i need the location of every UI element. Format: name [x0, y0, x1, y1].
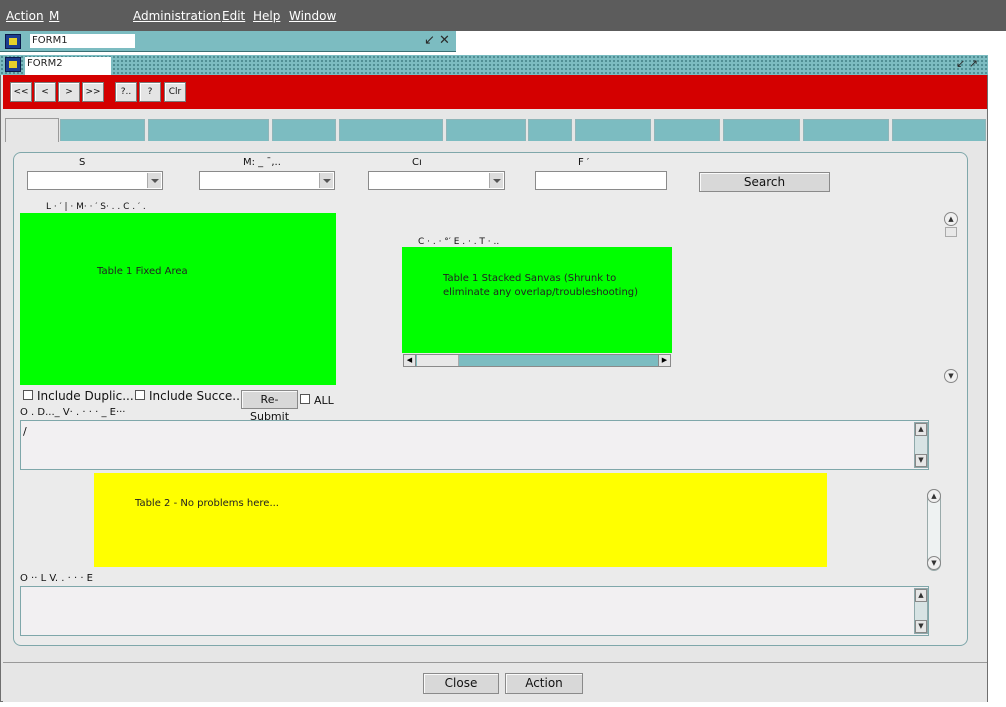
form1-titlebar[interactable]: FORM1 ↙ ✕ [0, 31, 456, 52]
table2-label: Table 2 - No problems here... [135, 498, 279, 509]
tab-7[interactable] [528, 119, 572, 141]
scroll-down-icon[interactable]: ▼ [927, 556, 941, 570]
table1-fixed-area: Table 1 Fixed Area [20, 213, 336, 385]
all-checkbox[interactable] [300, 394, 310, 404]
menu-edit[interactable]: Edit [222, 9, 245, 23]
chevron-down-icon[interactable] [489, 173, 503, 188]
filter-label-2: M: _ ¯,.. [243, 157, 281, 168]
filter-label-4: F ′ [578, 157, 590, 168]
previous-record-button[interactable]: < [34, 82, 56, 102]
chevron-down-icon[interactable] [319, 173, 333, 188]
errors1-label: O . D..._ V· . · · · _ E··· [20, 407, 126, 418]
chevron-down-icon[interactable] [147, 173, 161, 188]
scroll-up-icon[interactable]: ▲ [927, 489, 941, 503]
errors2-scrollbar[interactable]: ▲ ▼ [914, 588, 928, 634]
form-app-icon [5, 57, 21, 72]
tab-12[interactable] [892, 119, 986, 141]
action-button[interactable]: Action [505, 673, 583, 694]
all-label: ALL [314, 394, 334, 407]
filter-select-3[interactable] [368, 171, 505, 190]
table1-stacked-headers: C · . · °′ E . · . T · .. [418, 237, 500, 247]
help-button[interactable]: ? [139, 82, 161, 102]
list-values-button[interactable]: ?.. [115, 82, 137, 102]
scroll-down-icon[interactable]: ▼ [944, 369, 958, 383]
table1-horizontal-scrollbar[interactable]: ◀ ▶ [403, 354, 671, 367]
errors1-textarea[interactable]: / ▲ ▼ [20, 420, 929, 470]
include-successes-checkbox[interactable] [135, 390, 145, 400]
menu-administration[interactable]: Administration [133, 9, 221, 23]
tab-11[interactable] [803, 119, 889, 141]
scroll-left-icon[interactable]: ◀ [404, 355, 416, 366]
errors2-label: O ·· L V. . · · · E [20, 573, 93, 584]
tab-1[interactable] [5, 118, 59, 142]
resubmit-button[interactable]: Re-Submit [241, 390, 298, 423]
tab-5[interactable] [339, 119, 443, 141]
tab-3[interactable] [148, 119, 269, 141]
scroll-up-icon[interactable]: ▲ [944, 212, 958, 226]
tab-6[interactable] [446, 119, 526, 141]
filter-label-1: S [79, 157, 86, 168]
tab-9[interactable] [654, 119, 720, 141]
table2-area: Table 2 - No problems here... [94, 473, 827, 567]
include-duplicates-label: Include Duplic... [37, 389, 134, 403]
menu-help[interactable]: Help [253, 9, 280, 23]
errors1-text: / [23, 425, 27, 438]
form2-window-controls[interactable]: ↙ ↗ [956, 57, 978, 71]
table1-stacked-canvas: Table 1 Stacked Sanvas (Shrunk to elimin… [402, 247, 672, 353]
form1-window-controls[interactable]: ↙ ✕ [424, 34, 450, 48]
filter-input-4[interactable] [535, 171, 667, 190]
filter-label-3: Cı [412, 157, 422, 168]
errors2-textarea[interactable]: ▲ ▼ [20, 586, 929, 636]
menu-action[interactable]: Action [6, 9, 44, 23]
clear-button[interactable]: Clr [164, 82, 186, 102]
tab-4[interactable] [272, 119, 336, 141]
errors1-scrollbar[interactable]: ▲ ▼ [914, 422, 928, 468]
close-button[interactable]: Close [423, 673, 499, 694]
include-duplicates-checkbox[interactable] [23, 390, 33, 400]
last-record-button[interactable]: >> [82, 82, 104, 102]
first-record-button[interactable]: << [10, 82, 32, 102]
tab-2[interactable] [60, 119, 145, 141]
form1-title: FORM1 [30, 34, 135, 48]
filter-select-2[interactable] [199, 171, 335, 190]
scroll-thumb[interactable] [945, 227, 957, 237]
table1-fixed-area-label: Table 1 Fixed Area [97, 266, 188, 277]
scroll-up-icon[interactable]: ▲ [915, 589, 927, 602]
table2-scrollbar[interactable]: ▲ ▼ [927, 489, 941, 571]
toolbar: << < > >> ?.. ? Clr [3, 75, 987, 109]
menu-m[interactable]: M [49, 9, 59, 23]
scroll-thumb[interactable] [417, 355, 459, 366]
table1-stacked-canvas-label: Table 1 Stacked Sanvas (Shrunk to elimin… [443, 273, 639, 298]
search-button[interactable]: Search [699, 172, 830, 192]
tab-10[interactable] [723, 119, 800, 141]
filter-select-1[interactable] [27, 171, 163, 190]
scroll-down-icon[interactable]: ▼ [915, 620, 927, 633]
include-successes-label: Include Succe... [149, 389, 244, 403]
tab-8[interactable] [575, 119, 651, 141]
form2-titlebar[interactable]: FORM2 ↙ ↗ [0, 55, 988, 85]
next-record-button[interactable]: > [58, 82, 80, 102]
scroll-right-icon[interactable]: ▶ [658, 355, 670, 366]
form-app-icon [5, 34, 21, 49]
scroll-down-icon[interactable]: ▼ [915, 454, 927, 467]
table1-column-headers: L · ′ | · M· · ′ S· . . C . ′ . [46, 202, 146, 212]
scroll-up-icon[interactable]: ▲ [915, 423, 927, 436]
menu-window[interactable]: Window [289, 9, 336, 23]
menubar: Action M Administration Edit Help Window [0, 0, 1006, 31]
